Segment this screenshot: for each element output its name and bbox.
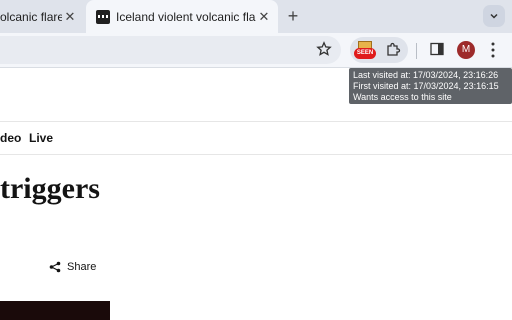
share-label: Share (67, 261, 97, 273)
tab-search-button[interactable] (483, 5, 505, 27)
seen-badge: SEEN (354, 48, 376, 59)
new-tab-button[interactable]: + (284, 7, 302, 25)
seen-extension-icon[interactable]: SEEN (354, 39, 376, 61)
more-menu-icon[interactable] (490, 41, 496, 59)
browser-toolbar: SEEN M (0, 33, 512, 68)
tab-strip: olcanic flare- ✕ Iceland violent volcani… (0, 0, 512, 33)
extensions-puzzle-icon[interactable] (385, 42, 401, 58)
bookmark-star-icon[interactable] (316, 41, 332, 57)
site-access-text: Wants access to this site (353, 92, 452, 102)
nav-item-video[interactable]: deo (0, 131, 21, 145)
tab-background[interactable]: olcanic flare- ✕ (0, 0, 84, 33)
nav-divider (0, 154, 512, 155)
share-button[interactable]: Share (49, 261, 96, 273)
site-favicon-icon (96, 9, 110, 24)
tab-title: olcanic flare- (0, 9, 62, 24)
side-panel-icon[interactable] (430, 42, 444, 56)
header-divider (0, 121, 512, 122)
address-bar[interactable] (0, 36, 341, 64)
chevron-down-icon (490, 13, 498, 19)
profile-avatar[interactable]: M (457, 41, 475, 59)
close-icon[interactable]: ✕ (62, 9, 78, 25)
tab-title: Iceland violent volcanic flare- (116, 9, 256, 24)
nav-item-live[interactable]: Live (29, 131, 53, 145)
article-image (0, 301, 110, 320)
extension-tooltip: Last visited at: 17/03/2024, 23:16:26 Fi… (349, 68, 512, 104)
close-icon[interactable]: ✕ (256, 9, 272, 25)
first-visited-text: First visited at: 17/03/2024, 23:16:15 (353, 81, 499, 91)
share-icon (49, 261, 61, 273)
tab-active[interactable]: Iceland violent volcanic flare- ✕ (86, 0, 278, 33)
article-headline: triggers (0, 172, 100, 205)
toolbar-divider (416, 43, 417, 59)
last-visited-text: Last visited at: 17/03/2024, 23:16:26 (353, 70, 499, 80)
